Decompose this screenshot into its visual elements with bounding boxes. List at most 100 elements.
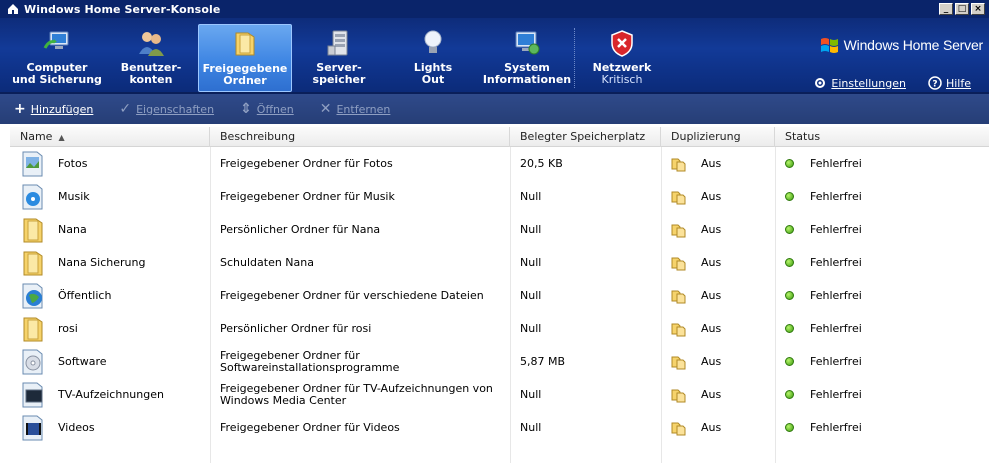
duplication-value: Aus — [701, 322, 722, 335]
settings-label: Einstellungen — [831, 76, 906, 90]
status-ok-icon — [785, 423, 794, 432]
table-row[interactable]: Videos Freigegebener Ordner für Videos Nul… — [10, 411, 989, 444]
table-row[interactable]: Software Freigegebener Ordner für Softwar… — [10, 345, 989, 378]
status-ok-icon — [785, 390, 794, 399]
nav-network-status: Kritisch — [601, 73, 643, 86]
status-ok-icon — [785, 291, 794, 300]
cell-status: Fehlerfrei — [775, 279, 989, 312]
folder-icon — [23, 218, 43, 242]
toolbar: + Hinzufügen ✓ Eigenschaften ⇕ Öffnen ✕ … — [0, 94, 989, 124]
folder-name: TV-Aufzeichnungen — [58, 388, 164, 401]
svg-text:?: ? — [932, 80, 937, 90]
cell-description: Freigegebener Ordner für Softwareinstall… — [220, 348, 400, 374]
cell-name: Fotos — [10, 147, 210, 180]
duplication-value: Aus — [701, 289, 722, 302]
cell-used-space: Null — [520, 421, 542, 434]
cell-description: Schuldaten Nana — [220, 255, 314, 269]
x-icon: ✕ — [319, 101, 332, 117]
cell-duplication: Aus — [661, 180, 775, 213]
folder-icon — [23, 317, 43, 341]
cell-used-space: Null — [520, 289, 542, 302]
table-row[interactable]: Musik Freigegebener Ordner für Musik Null A… — [10, 180, 989, 213]
status-value: Fehlerfrei — [810, 289, 862, 302]
cell-name: Musik — [10, 180, 210, 213]
header-description[interactable]: Beschreibung — [210, 127, 510, 147]
close-button[interactable]: × — [971, 3, 985, 15]
cell-name: Nana — [10, 213, 210, 246]
nav-label: System Informationen — [482, 61, 572, 86]
cell-status: Fehlerfrei — [775, 411, 989, 444]
duplication-value: Aus — [701, 223, 722, 236]
duplication-folders-icon — [671, 323, 686, 336]
table-body: Fotos Freigegebener Ordner für Fotos 20,5 … — [10, 147, 989, 444]
brand-text: Windows Home Server — [843, 37, 984, 53]
cell-description: Freigegebener Ordner für TV-Aufzeichnung… — [220, 381, 493, 407]
status-ok-icon — [785, 159, 794, 168]
table-row[interactable]: Nana Persönlicher Ordner für Nana Null Aus F… — [10, 213, 989, 246]
duplication-folders-icon — [671, 158, 686, 171]
settings-link[interactable]: Einstellungen — [813, 76, 906, 90]
status-ok-icon — [785, 357, 794, 366]
duplication-folders-icon — [671, 257, 686, 270]
cell-duplication: Aus — [661, 378, 775, 411]
header-used-space[interactable]: Belegter Speicherplatz — [510, 127, 661, 147]
status-value: Fehlerfrei — [810, 322, 862, 335]
folder-name: Öffentlich — [58, 289, 112, 302]
nav-shared-folders[interactable]: Freigegebene Ordner — [198, 24, 292, 92]
nav-system-info[interactable]: System Informationen — [480, 24, 574, 92]
nav-user-accounts[interactable]: Benutzer- konten — [104, 24, 198, 92]
cell-duplication: Aus — [661, 345, 775, 378]
cell-duplication: Aus — [661, 213, 775, 246]
header-name[interactable]: Name ▲ — [10, 127, 210, 147]
folder-name: Nana — [58, 223, 87, 236]
status-value: Fehlerfrei — [810, 256, 862, 269]
shared-folder-icon — [235, 32, 255, 56]
header-status[interactable]: Status — [775, 127, 989, 147]
folder-name: Musik — [58, 190, 90, 203]
nav-lights-out[interactable]: Lights Out — [386, 24, 480, 92]
add-button[interactable]: + Hinzufügen — [14, 101, 93, 117]
minimize-button[interactable]: _ — [939, 3, 953, 15]
cell-used-space: Null — [520, 190, 542, 203]
plus-icon: + — [14, 101, 26, 117]
open-button[interactable]: ⇕ Öffnen — [240, 101, 294, 117]
table-row[interactable]: Öffentlich Freigegebener Ordner für versc… — [10, 279, 989, 312]
music-folder-icon — [22, 184, 43, 209]
remove-label: Entfernen — [336, 102, 391, 116]
cell-name: TV-Aufzeichnungen — [10, 378, 210, 411]
nav-label: Server- speicher — [312, 61, 366, 86]
duplication-value: Aus — [701, 355, 722, 368]
status-value: Fehlerfrei — [810, 190, 862, 203]
cell-name: Öffentlich — [10, 279, 210, 312]
add-label: Hinzufügen — [30, 102, 94, 116]
open-arrows-icon: ⇕ — [240, 101, 252, 117]
table-row[interactable]: Fotos Freigegebener Ordner für Fotos 20,5 … — [10, 147, 989, 180]
properties-button[interactable]: ✓ Eigenschaften — [119, 101, 214, 117]
remove-button[interactable]: ✕ Entfernen — [320, 101, 391, 117]
nav-computer-backup[interactable]: Computer und Sicherung — [10, 24, 104, 92]
users-icon — [139, 32, 164, 56]
duplication-value: Aus — [701, 388, 722, 401]
nav-label: Lights Out — [413, 61, 453, 86]
help-link[interactable]: ? Hilfe — [928, 76, 971, 90]
cell-description: Freigegebener Ordner für verschiedene Da… — [220, 288, 484, 302]
cell-status: Fehlerfrei — [775, 213, 989, 246]
cell-duplication: Aus — [661, 246, 775, 279]
table-row[interactable]: rosi Persönlicher Ordner für rosi Null Aus F… — [10, 312, 989, 345]
app-icon — [8, 4, 18, 14]
table-row[interactable]: Nana Sicherung Schuldaten Nana Null Aus Fehl… — [10, 246, 989, 279]
cell-name: Nana Sicherung — [10, 246, 210, 279]
title-bar: Windows Home Server-Konsole _ □ × — [0, 0, 989, 18]
maximize-button[interactable]: □ — [955, 3, 969, 15]
folder-name: Videos — [58, 421, 95, 434]
duplication-value: Aus — [701, 190, 722, 203]
table-row[interactable]: TV-Aufzeichnungen Freigegebener Ordner fü… — [10, 378, 989, 411]
cell-duplication: Aus — [661, 411, 775, 444]
checkmark-icon: ✓ — [119, 101, 132, 117]
nav-server-storage[interactable]: Server- speicher — [292, 24, 386, 92]
system-info-icon — [515, 31, 540, 55]
duplication-value: Aus — [701, 421, 722, 434]
nav-network[interactable]: Netzwerk Kritisch — [575, 24, 669, 92]
header-duplication[interactable]: Duplizierung — [661, 127, 775, 147]
sort-ascending-icon: ▲ — [58, 133, 65, 142]
